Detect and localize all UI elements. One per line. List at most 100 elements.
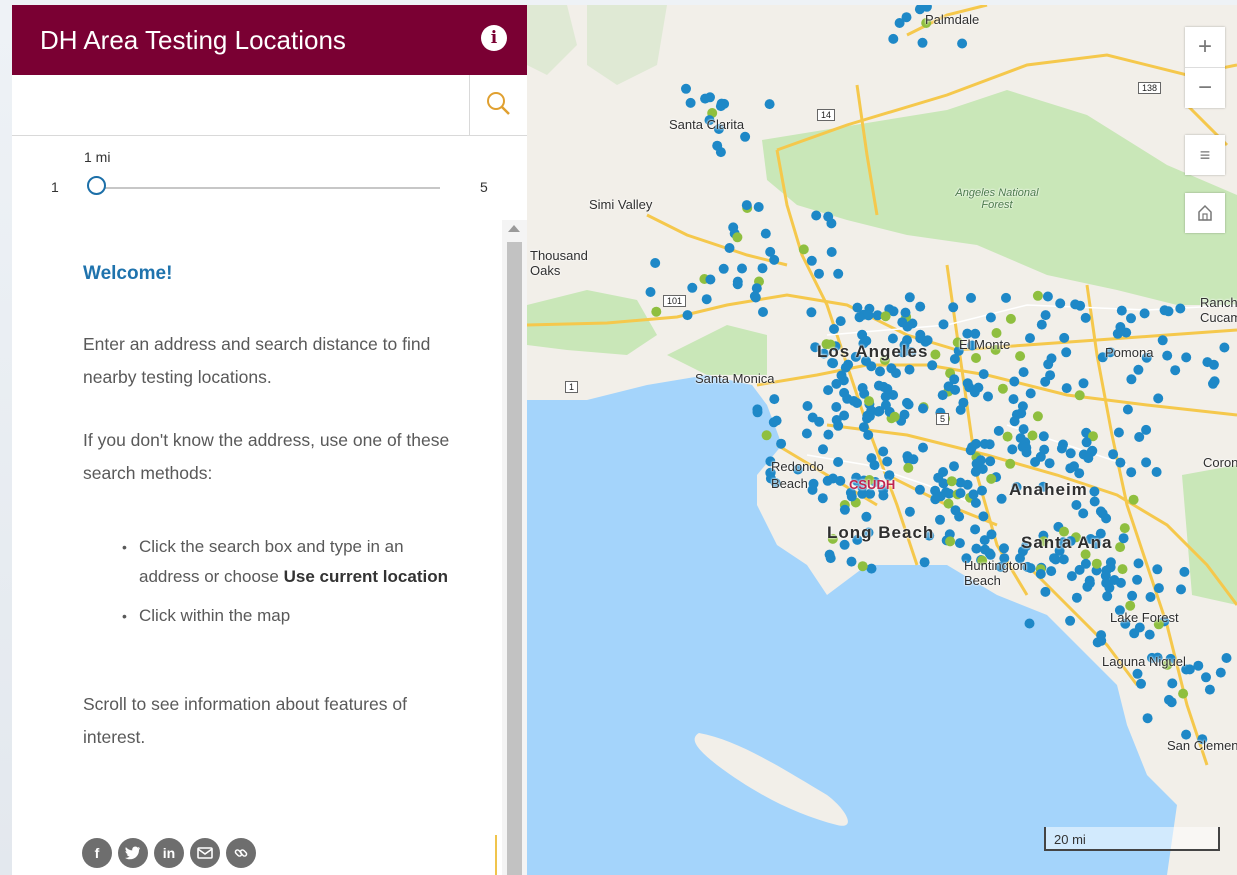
testing-site-marker[interactable] (1065, 615, 1076, 626)
testing-site-marker[interactable] (1221, 653, 1232, 663)
testing-site-marker[interactable] (823, 429, 834, 440)
testing-site-marker[interactable] (1167, 678, 1178, 689)
testing-site-marker[interactable] (1118, 533, 1129, 544)
testing-site-marker[interactable] (971, 353, 981, 363)
testing-site-marker[interactable] (1153, 583, 1164, 594)
testing-site-marker[interactable] (835, 316, 846, 327)
twitter-icon[interactable] (118, 838, 148, 868)
testing-site-marker[interactable] (993, 425, 1004, 436)
testing-site-marker[interactable] (848, 396, 859, 406)
testing-site-marker[interactable] (1119, 523, 1130, 534)
testing-site-marker[interactable] (771, 415, 782, 426)
testing-site-marker[interactable] (1193, 660, 1204, 671)
testing-site-marker[interactable] (917, 37, 928, 48)
layers-button[interactable]: ≡ (1185, 135, 1225, 175)
testing-site-marker[interactable] (1176, 584, 1186, 595)
testing-site-marker[interactable] (715, 101, 726, 112)
testing-site-marker[interactable] (715, 147, 726, 158)
testing-site-marker[interactable] (1136, 678, 1146, 689)
testing-site-marker[interactable] (776, 438, 787, 449)
testing-site-marker[interactable] (741, 200, 752, 211)
testing-site-marker[interactable] (1027, 430, 1038, 441)
testing-site-marker[interactable] (769, 394, 780, 405)
info-icon[interactable]: i (481, 25, 507, 51)
testing-site-marker[interactable] (825, 553, 836, 564)
testing-site-marker[interactable] (1078, 378, 1089, 389)
testing-site-marker[interactable] (836, 370, 847, 381)
testing-site-marker[interactable] (955, 404, 966, 415)
testing-site-marker[interactable] (946, 476, 957, 487)
zoom-in-button[interactable]: + (1185, 27, 1225, 68)
testing-site-marker[interactable] (806, 307, 817, 318)
testing-site-marker[interactable] (904, 506, 915, 517)
testing-site-marker[interactable] (866, 563, 877, 574)
testing-site-marker[interactable] (1045, 370, 1056, 381)
testing-site-marker[interactable] (903, 462, 914, 473)
testing-site-marker[interactable] (1178, 688, 1189, 699)
testing-site-marker[interactable] (943, 381, 954, 392)
testing-site-marker[interactable] (1116, 305, 1127, 316)
testing-site-marker[interactable] (1046, 566, 1057, 577)
testing-site-marker[interactable] (750, 292, 761, 303)
testing-site-marker[interactable] (1152, 564, 1163, 575)
testing-site-marker[interactable] (1126, 313, 1136, 324)
testing-site-marker[interactable] (1002, 431, 1013, 442)
testing-site-marker[interactable] (831, 402, 842, 412)
testing-site-marker[interactable] (1056, 443, 1067, 454)
testing-site-marker[interactable] (645, 287, 656, 297)
testing-site-marker[interactable] (915, 329, 926, 340)
testing-site-marker[interactable] (1151, 467, 1162, 477)
testing-site-marker[interactable] (839, 504, 850, 515)
testing-site-marker[interactable] (977, 485, 987, 496)
content-scrollbar[interactable] (502, 220, 527, 875)
testing-site-marker[interactable] (1018, 424, 1029, 435)
testing-site-marker[interactable] (857, 561, 868, 572)
testing-site-marker[interactable] (1142, 713, 1153, 724)
testing-site-marker[interactable] (968, 489, 979, 500)
scroll-up-arrow-icon[interactable] (508, 225, 520, 232)
testing-site-marker[interactable] (1015, 351, 1026, 362)
testing-site-marker[interactable] (880, 311, 891, 322)
testing-site-marker[interactable] (701, 294, 712, 305)
testing-site-marker[interactable] (882, 456, 893, 467)
testing-site-marker[interactable] (955, 477, 966, 488)
testing-site-marker[interactable] (1055, 298, 1066, 309)
testing-site-marker[interactable] (983, 391, 993, 402)
testing-site-marker[interactable] (894, 18, 905, 28)
scroll-thumb[interactable] (507, 242, 522, 875)
testing-site-marker[interactable] (1021, 447, 1032, 458)
testing-site-marker[interactable] (927, 360, 938, 371)
testing-site-marker[interactable] (1202, 357, 1213, 368)
testing-site-marker[interactable] (1209, 376, 1220, 387)
testing-site-marker[interactable] (979, 439, 990, 449)
testing-site-marker[interactable] (737, 263, 747, 274)
testing-site-marker[interactable] (915, 301, 926, 312)
testing-site-marker[interactable] (798, 244, 809, 255)
testing-site-marker[interactable] (978, 511, 989, 522)
testing-site-marker[interactable] (997, 383, 1008, 394)
testing-site-marker[interactable] (811, 210, 822, 221)
testing-site-marker[interactable] (1091, 558, 1102, 569)
testing-site-marker[interactable] (1166, 697, 1177, 708)
testing-site-marker[interactable] (979, 535, 990, 546)
map-view[interactable]: Palmdale Santa Clarita Simi Valley Thous… (527, 5, 1237, 875)
testing-site-marker[interactable] (764, 99, 775, 110)
testing-site-marker[interactable] (986, 473, 997, 484)
testing-site-marker[interactable] (1145, 592, 1156, 602)
testing-site-marker[interactable] (682, 310, 693, 321)
testing-site-marker[interactable] (966, 292, 976, 303)
testing-site-marker[interactable] (705, 92, 715, 103)
testing-site-marker[interactable] (1175, 303, 1186, 314)
testing-site-marker[interactable] (1043, 359, 1054, 370)
testing-site-marker[interactable] (1132, 574, 1143, 585)
testing-site-marker[interactable] (823, 385, 834, 396)
testing-site-marker[interactable] (650, 258, 661, 268)
testing-site-marker[interactable] (765, 246, 776, 257)
testing-site-marker[interactable] (1040, 310, 1051, 321)
testing-site-marker[interactable] (1030, 457, 1041, 467)
testing-site-marker[interactable] (1115, 542, 1126, 553)
testing-site-marker[interactable] (955, 488, 966, 499)
testing-site-marker[interactable] (806, 255, 817, 266)
testing-site-marker[interactable] (930, 349, 941, 360)
testing-site-marker[interactable] (1153, 393, 1164, 404)
